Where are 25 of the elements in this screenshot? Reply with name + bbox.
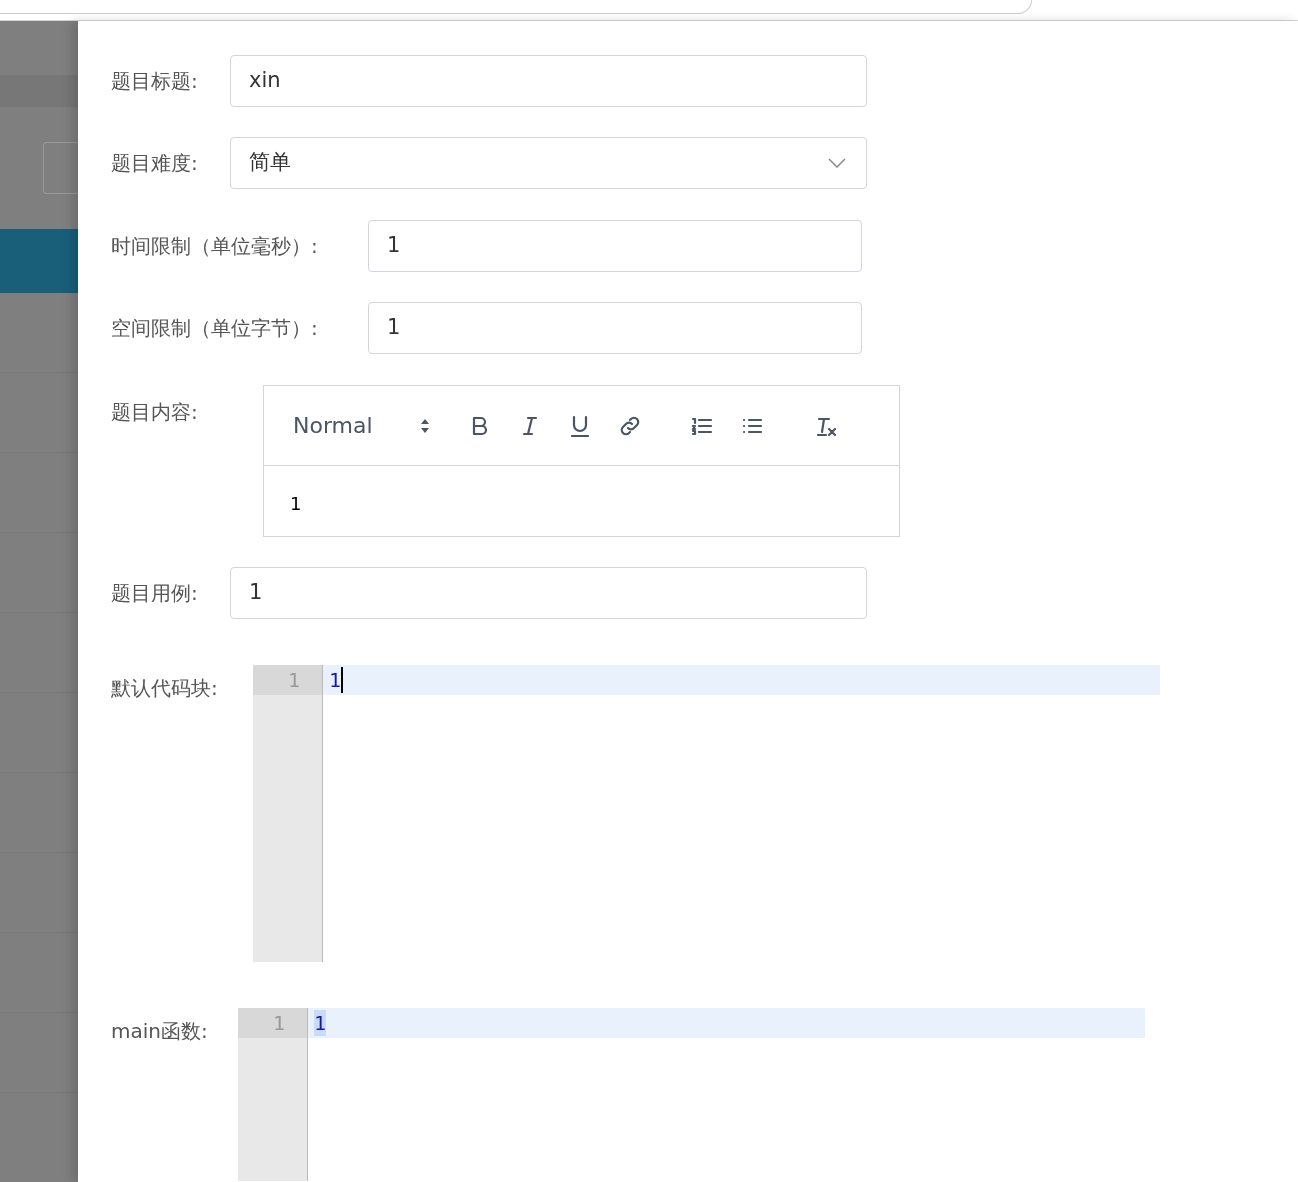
field-label: 题目内容: bbox=[111, 400, 198, 424]
select-field[interactable]: 简单 bbox=[230, 137, 867, 189]
field-label: main函数: bbox=[111, 1019, 208, 1043]
text-cursor bbox=[341, 667, 344, 693]
underline-icon[interactable] bbox=[569, 414, 591, 437]
line-number: 1 bbox=[253, 665, 322, 695]
input-field[interactable]: xin bbox=[230, 55, 867, 107]
chevron-down-icon bbox=[828, 158, 846, 168]
code-text: 1 bbox=[329, 667, 342, 693]
input-field[interactable]: 1 bbox=[368, 302, 862, 354]
line-number: 1 bbox=[238, 1008, 307, 1038]
format-dropdown[interactable]: Normal bbox=[293, 409, 443, 442]
field-label: 时间限制（单位毫秒）: bbox=[111, 233, 319, 260]
field-label: 题目标题: bbox=[111, 68, 199, 95]
field-label: 默认代码块: bbox=[111, 676, 218, 700]
field-label: 空间限制（单位字节）: bbox=[111, 315, 319, 342]
code-editor[interactable]: 1 1 bbox=[253, 665, 1160, 962]
field-label: 题目用例: bbox=[111, 580, 199, 607]
code-editor[interactable]: 1 1 bbox=[238, 1008, 1145, 1181]
input-field[interactable]: 1 bbox=[368, 220, 862, 272]
link-icon[interactable] bbox=[619, 414, 641, 437]
field-label: 题目难度: bbox=[111, 150, 199, 177]
code-text: 1 bbox=[314, 1010, 327, 1036]
editor-content[interactable]: 1 bbox=[264, 466, 899, 536]
input-field[interactable]: 1 bbox=[230, 567, 867, 619]
